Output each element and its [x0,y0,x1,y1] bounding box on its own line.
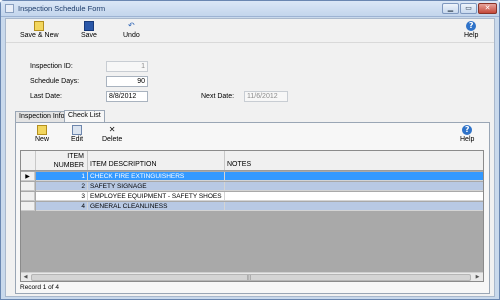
help-icon: ? [462,125,473,135]
checklist-grid[interactable]: ITEM NUMBER ITEM DESCRIPTION NOTES ▶ 1 C… [20,150,484,282]
save-and-new-label: Save & New [20,32,59,39]
maximize-button[interactable]: ▭ [460,3,477,14]
schedule-days-field[interactable]: 90 [106,76,148,87]
save-label: Save [81,32,97,39]
column-header-item-number[interactable]: ITEM NUMBER [36,151,88,170]
floppy-disk-icon [83,21,94,31]
grid-header: ITEM NUMBER ITEM DESCRIPTION NOTES [21,151,483,171]
item-number-cell[interactable]: 1 [36,172,88,181]
inspection-id-label: Inspection ID: [30,63,73,70]
scroll-left-arrow-icon[interactable]: ◀ [21,273,30,282]
check-list-panel: New Edit ✕ Delete ? Help ITEM NUMBER ITE… [15,122,490,294]
edit-label: Edit [71,136,84,143]
form-client-area: Save & New Save ↶ Undo ? Help Inspection… [5,18,495,297]
undo-arrow-icon: ↶ [128,21,135,30]
column-header-item-description[interactable]: ITEM DESCRIPTION [88,151,225,170]
item-description-cell[interactable]: EMPLOYEE EQUIPMENT - SAFETY SHOES [88,192,225,201]
app-icon [5,4,14,13]
delete-item-button[interactable]: ✕ Delete [102,125,122,143]
table-row[interactable]: 3 EMPLOYEE EQUIPMENT - SAFETY SHOES [36,192,483,201]
item-description-cell[interactable]: CHECK FIRE EXTINGUISHERS [88,172,225,181]
checklist-toolbar: New Edit ✕ Delete ? Help [16,123,489,149]
last-date-field[interactable]: 8/8/2012 [106,91,148,102]
row-selector[interactable] [21,182,35,191]
delete-x-icon: ✕ [108,125,116,134]
item-description-cell[interactable]: GENERAL CLEANLINESS [88,202,225,211]
inspection-id-field[interactable]: 1 [106,61,148,72]
scrollbar-thumb[interactable]: ||| [31,274,471,281]
row-selector[interactable] [21,192,35,201]
delete-label: Delete [102,136,123,143]
next-date-field[interactable]: 11/6/2012 [244,91,288,102]
help-icon: ? [466,21,477,31]
item-number-cell[interactable]: 2 [36,182,88,191]
edit-icon [72,125,83,135]
help-button[interactable]: ? Help [464,21,478,39]
row-selector[interactable] [21,202,35,211]
horizontal-scrollbar[interactable]: ◀ ||| ▶ [21,272,483,281]
new-label: New [35,136,50,143]
current-row-indicator-icon[interactable]: ▶ [21,172,35,181]
edit-item-button[interactable]: Edit [71,125,83,143]
checklist-help-label: Help [460,136,475,143]
item-number-cell[interactable]: 3 [36,192,88,201]
item-number-header-line2: NUMBER [53,162,84,169]
new-item-icon [37,125,47,135]
notes-cell[interactable] [225,202,483,211]
notes-cell[interactable] [225,172,483,181]
save-button[interactable]: Save [81,21,97,39]
item-description-cell[interactable]: SAFETY SIGNAGE [88,182,225,191]
notes-cell[interactable] [225,182,483,191]
record-status: Record 1 of 4 [20,284,60,291]
schedule-days-label: Schedule Days: [30,78,80,85]
checklist-help-button[interactable]: ? Help [460,125,474,143]
minimize-button[interactable]: ▁ [442,3,459,14]
scrollbar-grip-icon: ||| [247,275,251,281]
close-button[interactable]: ✕ [478,3,497,14]
scroll-right-arrow-icon[interactable]: ▶ [473,273,482,282]
next-date-label: Next Date: [201,93,235,100]
save-and-new-button[interactable]: Save & New [20,21,59,39]
table-row[interactable]: 4 GENERAL CLEANLINESS [36,202,483,211]
help-label: Help [464,32,479,39]
table-row[interactable]: 1 CHECK FIRE EXTINGUISHERS [36,172,483,181]
item-number-header-line1: ITEM [67,153,84,160]
main-toolbar: Save & New Save ↶ Undo ? Help [6,19,494,43]
column-header-notes[interactable]: NOTES [225,151,483,170]
title-bar[interactable]: Inspection Schedule Form ▁ ▭ ✕ [1,1,499,17]
last-date-label: Last Date: [30,93,62,100]
inspection-schedule-window: Inspection Schedule Form ▁ ▭ ✕ Save & Ne… [0,0,500,300]
undo-label: Undo [123,32,140,39]
item-number-cell[interactable]: 4 [36,202,88,211]
undo-button[interactable]: ↶ Undo [123,21,140,39]
table-row[interactable]: 2 SAFETY SIGNAGE [36,182,483,191]
notes-cell[interactable] [225,192,483,201]
save-new-icon [34,21,45,31]
row-header-corner [21,151,36,170]
window-title: Inspection Schedule Form [18,4,106,13]
new-item-button[interactable]: New [35,125,49,143]
